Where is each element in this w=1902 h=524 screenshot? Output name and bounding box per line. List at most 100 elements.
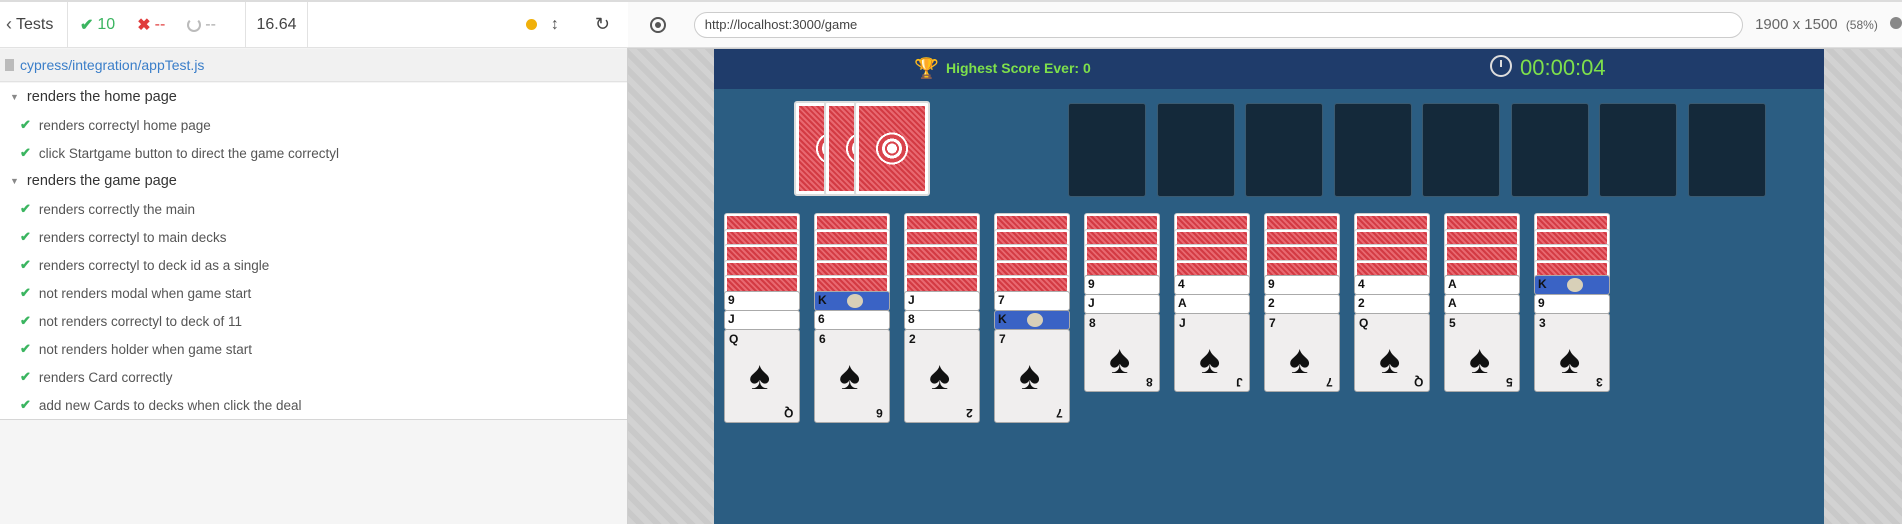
card-rank: A bbox=[1448, 277, 1457, 291]
card-rank: J bbox=[1179, 316, 1186, 330]
face-up-card[interactable]: 8 bbox=[904, 309, 980, 330]
face-up-card[interactable]: 9 bbox=[1264, 275, 1340, 295]
face-up-card[interactable]: J bbox=[1084, 294, 1160, 314]
url-field[interactable]: http://localhost:3000/game bbox=[693, 11, 1744, 38]
failed-stat: ✖ -- bbox=[137, 15, 165, 35]
foundation-slot bbox=[1245, 103, 1323, 197]
top-card[interactable]: Q ♠ Q bbox=[1354, 313, 1430, 392]
face-up-card[interactable]: 7 bbox=[994, 290, 1070, 311]
test-label: renders correctyl to main decks bbox=[38, 229, 227, 245]
top-card[interactable]: J ♠ J bbox=[1174, 313, 1250, 392]
spade-icon: ♠ bbox=[1469, 338, 1491, 382]
pass-check-icon: ✔ bbox=[20, 313, 31, 328]
test-item[interactable]: ✔ not renders holder when game start bbox=[0, 335, 627, 363]
face-up-card[interactable]: 6 bbox=[814, 309, 890, 330]
card-rank: Q bbox=[1359, 316, 1369, 330]
game-timer: 00:00:04 bbox=[1520, 55, 1606, 80]
top-card[interactable]: Q ♠ Q bbox=[724, 328, 800, 423]
test-label: renders correctyl home page bbox=[38, 117, 211, 133]
spade-icon: ♠ bbox=[749, 353, 771, 398]
face-up-card[interactable]: 9 bbox=[1084, 275, 1160, 295]
app-under-test: http://localhost:3000/game 1900 x 1500 (… bbox=[628, 0, 1902, 524]
spade-icon: ♠ bbox=[1019, 353, 1041, 398]
card-rank-corner: Q bbox=[783, 405, 793, 420]
face-up-card[interactable]: 2 bbox=[1354, 294, 1430, 314]
top-card[interactable]: 5 ♠ 5 bbox=[1444, 313, 1520, 392]
test-item[interactable]: ✔ renders correctly the main bbox=[0, 195, 627, 223]
spade-icon: ♠ bbox=[929, 353, 951, 398]
tests-button[interactable]: ‹ Tests bbox=[0, 1, 68, 48]
suite-label: renders the home page bbox=[26, 89, 177, 105]
test-item[interactable]: ✔ renders Card correctly bbox=[0, 363, 627, 391]
card-rank: J bbox=[728, 311, 735, 326]
info-icon[interactable] bbox=[1890, 17, 1902, 29]
card-rank: 2 bbox=[1268, 296, 1275, 310]
reporter-header: ‹ Tests ✔ 10 ✖ -- -- 16.64 ↕ ↻ bbox=[0, 0, 628, 48]
browser-bar: http://localhost:3000/game 1900 x 1500 (… bbox=[628, 0, 1902, 48]
face-up-card[interactable]: J bbox=[904, 290, 980, 311]
card-rank: 2 bbox=[909, 331, 916, 346]
king-face-icon bbox=[1027, 312, 1043, 327]
top-card[interactable]: 6 ♠ 6 bbox=[814, 328, 890, 423]
face-up-card[interactable]: K bbox=[814, 290, 890, 311]
suite-label: renders the game page bbox=[26, 173, 177, 189]
card-rank-corner: 7 bbox=[1326, 375, 1333, 389]
face-up-card[interactable]: A bbox=[1444, 294, 1520, 314]
suite-title[interactable]: ▼ renders the game page bbox=[0, 167, 627, 195]
test-item[interactable]: ✔ click Startgame button to direct the ga… bbox=[0, 139, 627, 167]
check-icon: ✔ bbox=[80, 16, 94, 34]
face-up-card[interactable]: A bbox=[1174, 294, 1250, 314]
foundation-slot bbox=[1334, 103, 1412, 197]
pass-check-icon: ✔ bbox=[20, 145, 31, 160]
face-up-card[interactable]: 4 bbox=[1354, 275, 1430, 295]
test-item[interactable]: ✔ renders correctyl to deck id as a singl… bbox=[0, 251, 627, 279]
card-rank: 9 bbox=[1538, 296, 1545, 310]
pending-count: -- bbox=[205, 15, 216, 33]
resize-arrow-icon[interactable]: ↕ bbox=[551, 16, 559, 34]
card-rank: 9 bbox=[728, 292, 735, 307]
top-card[interactable]: 2 ♠ 2 bbox=[904, 328, 980, 423]
tests-label: Tests bbox=[16, 15, 54, 33]
stock-card[interactable] bbox=[854, 101, 930, 196]
card-rank: 6 bbox=[819, 331, 826, 346]
top-card[interactable]: 8 ♠ 8 bbox=[1084, 313, 1160, 392]
selector-playground-icon[interactable] bbox=[650, 16, 666, 33]
face-up-card[interactable]: 9 bbox=[724, 290, 800, 311]
foundation-slot bbox=[1157, 103, 1235, 197]
test-stats: ✔ 10 ✖ -- -- bbox=[68, 1, 246, 48]
card-rank: 5 bbox=[1449, 316, 1456, 330]
test-label: renders correctyl to deck id as a single bbox=[38, 257, 270, 273]
top-card[interactable]: 3 ♠ 3 bbox=[1534, 313, 1610, 392]
passed-count: 10 bbox=[97, 15, 116, 33]
pass-check-icon: ✔ bbox=[20, 229, 31, 244]
top-card[interactable]: 7 ♠ 7 bbox=[1264, 313, 1340, 392]
test-item[interactable]: ✔ not renders modal when game start bbox=[0, 279, 627, 307]
pass-check-icon: ✔ bbox=[20, 117, 31, 132]
card-rank: A bbox=[1448, 296, 1457, 310]
spec-file-link[interactable]: cypress/integration/appTest.js bbox=[0, 49, 627, 82]
face-up-card[interactable]: J bbox=[724, 309, 800, 330]
face-up-card[interactable]: 4 bbox=[1174, 275, 1250, 295]
reload-icon[interactable]: ↻ bbox=[595, 14, 610, 35]
test-item[interactable]: ✔ not renders correctyl to deck of 11 bbox=[0, 307, 627, 335]
king-face-icon bbox=[1567, 278, 1583, 292]
test-item[interactable]: ✔ add new Cards to decks when click the d… bbox=[0, 391, 627, 419]
spade-icon: ♠ bbox=[1289, 338, 1311, 382]
face-up-card[interactable]: 9 bbox=[1534, 294, 1610, 314]
pass-check-icon: ✔ bbox=[20, 341, 31, 356]
test-item[interactable]: ✔ renders correctyl home page bbox=[0, 111, 627, 139]
card-rank: 7 bbox=[1269, 316, 1276, 330]
test-item[interactable]: ✔ renders correctyl to main decks bbox=[0, 223, 627, 251]
face-up-card[interactable]: 2 bbox=[1264, 294, 1340, 314]
collapse-icon: ▼ bbox=[10, 176, 19, 186]
top-card[interactable]: 7 ♠ 7 bbox=[994, 328, 1070, 423]
viewport-info: 1900 x 1500 (58%) bbox=[1755, 16, 1902, 33]
spade-icon: ♠ bbox=[1109, 338, 1131, 382]
card-rank-corner: J bbox=[1236, 375, 1243, 389]
face-up-card[interactable]: K bbox=[1534, 275, 1610, 295]
test-list: ▼ renders the home page ✔ renders correctyl… bbox=[0, 83, 627, 420]
suite-title[interactable]: ▼ renders the home page bbox=[0, 83, 627, 111]
face-up-card[interactable]: A bbox=[1444, 275, 1520, 295]
face-up-card[interactable]: K bbox=[994, 309, 1070, 330]
test-label: renders correctly the main bbox=[38, 201, 195, 217]
